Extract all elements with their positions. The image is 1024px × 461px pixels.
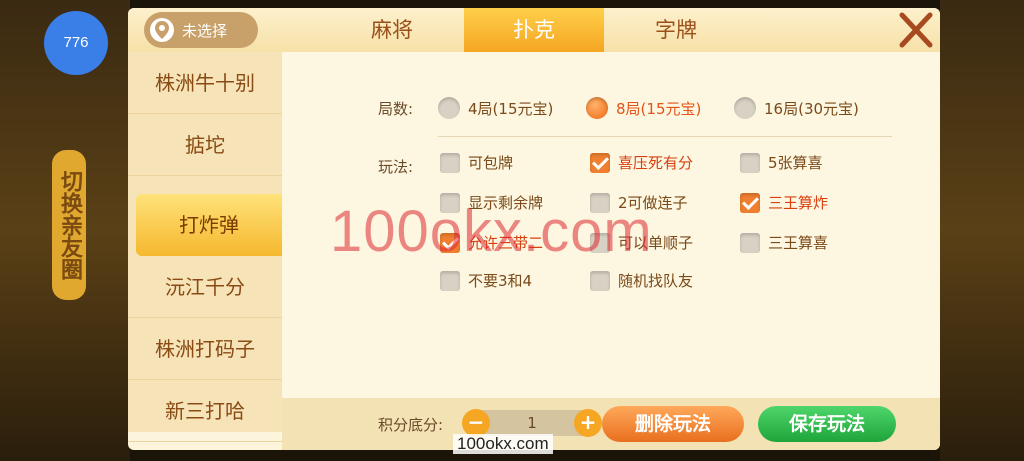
- save-rules-button[interactable]: 保存玩法: [758, 406, 896, 442]
- divider: [438, 136, 892, 137]
- user-avatar[interactable]: 776: [44, 11, 108, 75]
- rule-option[interactable]: 喜压死有分: [590, 152, 693, 173]
- sidebar-item-zhuzhou-niushibie[interactable]: 株洲牛十别: [128, 52, 282, 114]
- rounds-option-16[interactable]: 16局(30元宝): [734, 97, 859, 119]
- delete-rules-button[interactable]: 删除玩法: [602, 406, 744, 442]
- rounds-option-8[interactable]: 8局(15元宝): [586, 97, 701, 119]
- background-right: [940, 0, 1024, 461]
- rule-option[interactable]: 5张算喜: [740, 152, 823, 173]
- checkbox-icon: [740, 232, 760, 253]
- minus-icon[interactable]: −: [462, 409, 490, 437]
- rule-option[interactable]: 随机找队友: [590, 270, 693, 291]
- radio-icon: [734, 97, 756, 119]
- plus-icon[interactable]: +: [574, 409, 602, 437]
- checkbox-icon: [590, 270, 610, 291]
- location-selector[interactable]: 未选择: [144, 12, 258, 48]
- checkbox-checked-icon: [740, 192, 760, 213]
- location-pin-icon: [150, 18, 174, 42]
- checkbox-icon: [440, 152, 460, 173]
- rounds-option-4[interactable]: 4局(15元宝): [438, 97, 553, 119]
- rounds-label: 局数:: [378, 100, 414, 118]
- game-list-sidebar: 株洲牛十别 掂坨 打炸弹 沅江千分 株洲打码子 新三打哈: [128, 52, 282, 442]
- sidebar-item-yuanjiang-qianfen[interactable]: 沅江千分: [128, 256, 282, 318]
- location-label: 未选择: [182, 21, 228, 40]
- top-tab-bar: 未选择 麻将 扑克 字牌: [128, 8, 940, 52]
- score-stepper[interactable]: − 1 +: [462, 409, 602, 437]
- tab-zipai[interactable]: 字牌: [606, 8, 746, 52]
- score-value: 1: [527, 414, 537, 432]
- score-label: 积分底分:: [378, 416, 444, 434]
- switch-club-label: 切换亲友圈: [52, 150, 86, 300]
- radio-selected-icon: [586, 97, 608, 119]
- rule-option[interactable]: 三王算炸: [740, 192, 828, 213]
- bottom-bar: 积分底分: − 1 + 删除玩法 保存玩法: [282, 398, 940, 450]
- rule-option[interactable]: 不要3和4: [440, 270, 532, 291]
- rules-label: 玩法:: [378, 158, 414, 176]
- watermark-bottom: 100okx.com: [453, 434, 553, 454]
- tab-mahjong[interactable]: 麻将: [322, 8, 462, 52]
- rule-option[interactable]: 三王算喜: [740, 232, 828, 253]
- checkbox-checked-icon: [590, 152, 610, 173]
- sidebar-item-xin-sandaha[interactable]: 新三打哈: [128, 380, 282, 442]
- checkbox-icon: [740, 152, 760, 173]
- radio-icon: [438, 97, 460, 119]
- tab-poker[interactable]: 扑克: [464, 8, 604, 52]
- rule-option[interactable]: 可包牌: [440, 152, 513, 173]
- sidebar-item-zhuzhou-damazi[interactable]: 株洲打码子: [128, 318, 282, 380]
- checkbox-icon: [440, 270, 460, 291]
- sidebar-item-diantuo[interactable]: 掂坨: [128, 114, 282, 176]
- sidebar-item-dazhadan[interactable]: 打炸弹: [136, 194, 282, 256]
- watermark: 100okx.com: [330, 199, 653, 264]
- close-icon[interactable]: [894, 10, 938, 50]
